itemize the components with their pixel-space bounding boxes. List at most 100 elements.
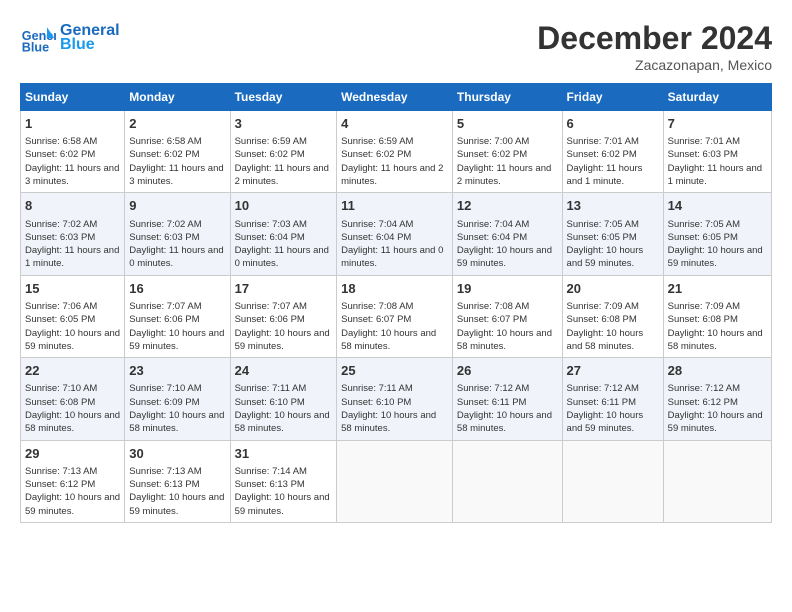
day-info: Sunset: 6:05 PM — [25, 313, 120, 326]
day-number: 15 — [25, 280, 120, 298]
day-info: Sunset: 6:03 PM — [129, 231, 225, 244]
day-info: Daylight: 10 hours and 58 minutes. — [25, 409, 120, 436]
day-info: Sunset: 6:08 PM — [668, 313, 767, 326]
day-info: Sunrise: 7:09 AM — [668, 300, 767, 313]
day-info: Daylight: 10 hours and 58 minutes. — [567, 327, 659, 354]
day-info: Daylight: 10 hours and 59 minutes. — [567, 244, 659, 271]
day-info: Sunrise: 6:59 AM — [235, 135, 333, 148]
day-info: Sunset: 6:02 PM — [25, 148, 120, 161]
day-info: Daylight: 10 hours and 59 minutes. — [457, 244, 558, 271]
svg-text:Blue: Blue — [22, 41, 49, 55]
day-info: Sunrise: 7:09 AM — [567, 300, 659, 313]
day-info: Sunrise: 7:10 AM — [129, 382, 225, 395]
day-info: Daylight: 11 hours and 3 minutes. — [25, 162, 120, 189]
calendar-cell: 15Sunrise: 7:06 AMSunset: 6:05 PMDayligh… — [21, 275, 125, 357]
day-number: 4 — [341, 115, 448, 133]
day-info: Daylight: 11 hours and 1 minute. — [668, 162, 767, 189]
day-info: Daylight: 10 hours and 58 minutes. — [129, 409, 225, 436]
day-number: 23 — [129, 362, 225, 380]
calendar-cell: 9Sunrise: 7:02 AMSunset: 6:03 PMDaylight… — [125, 193, 230, 275]
calendar-cell: 14Sunrise: 7:05 AMSunset: 6:05 PMDayligh… — [663, 193, 771, 275]
weekday-header-row: SundayMondayTuesdayWednesdayThursdayFrid… — [21, 84, 772, 111]
day-number: 20 — [567, 280, 659, 298]
calendar-cell: 7Sunrise: 7:01 AMSunset: 6:03 PMDaylight… — [663, 111, 771, 193]
day-info: Sunrise: 7:01 AM — [668, 135, 767, 148]
day-number: 26 — [457, 362, 558, 380]
day-number: 1 — [25, 115, 120, 133]
day-info: Daylight: 11 hours and 0 minutes. — [341, 244, 448, 271]
day-info: Sunset: 6:13 PM — [235, 478, 333, 491]
calendar-week-row: 15Sunrise: 7:06 AMSunset: 6:05 PMDayligh… — [21, 275, 772, 357]
day-info: Sunrise: 7:00 AM — [457, 135, 558, 148]
day-number: 2 — [129, 115, 225, 133]
calendar-cell: 18Sunrise: 7:08 AMSunset: 6:07 PMDayligh… — [337, 275, 453, 357]
logo-line2: Blue — [60, 36, 120, 54]
day-number: 24 — [235, 362, 333, 380]
calendar-cell: 29 Sunrise: 7:13 AMSunset: 6:12 PMDayligh… — [21, 440, 125, 522]
calendar-cell: 30Sunrise: 7:13 AMSunset: 6:13 PMDayligh… — [125, 440, 230, 522]
calendar-cell: 8Sunrise: 7:02 AMSunset: 6:03 PMDaylight… — [21, 193, 125, 275]
logo: General Blue General Blue — [20, 20, 120, 56]
day-info: Sunrise: 7:02 AM — [25, 218, 120, 231]
day-info: Sunset: 6:08 PM — [567, 313, 659, 326]
logo-icon: General Blue — [20, 20, 56, 56]
day-info: Sunset: 6:03 PM — [668, 148, 767, 161]
day-info: Sunset: 6:02 PM — [567, 148, 659, 161]
day-info: Sunset: 6:02 PM — [235, 148, 333, 161]
day-info: Sunrise: 7:05 AM — [668, 218, 767, 231]
day-info: Daylight: 10 hours and 58 minutes. — [668, 327, 767, 354]
day-info: Sunset: 6:02 PM — [457, 148, 558, 161]
day-number: 3 — [235, 115, 333, 133]
calendar-cell: 20 Sunrise: 7:09 AMSunset: 6:08 PMDayligh… — [562, 275, 663, 357]
day-info: Sunrise: 7:11 AM — [235, 382, 333, 395]
subtitle: Zacazonapan, Mexico — [537, 57, 772, 73]
day-info: Sunset: 6:11 PM — [457, 396, 558, 409]
day-info: Sunrise: 7:12 AM — [457, 382, 558, 395]
day-info: Sunset: 6:03 PM — [25, 231, 120, 244]
day-info: Daylight: 10 hours and 59 minutes. — [25, 491, 120, 518]
day-info: Daylight: 10 hours and 59 minutes. — [235, 491, 333, 518]
day-info: Daylight: 11 hours and 2 minutes. — [341, 162, 448, 189]
day-info: Sunrise: 7:07 AM — [235, 300, 333, 313]
calendar-cell: 26Sunrise: 7:12 AMSunset: 6:11 PMDayligh… — [452, 358, 562, 440]
day-number: 18 — [341, 280, 448, 298]
logo-text: General Blue — [60, 22, 120, 53]
day-number: 30 — [129, 445, 225, 463]
day-info: Sunset: 6:04 PM — [457, 231, 558, 244]
day-number: 13 — [567, 197, 659, 215]
calendar-cell: 11Sunrise: 7:04 AMSunset: 6:04 PMDayligh… — [337, 193, 453, 275]
day-info: Sunset: 6:05 PM — [567, 231, 659, 244]
day-info: Daylight: 10 hours and 59 minutes. — [567, 409, 659, 436]
day-info: Sunrise: 7:13 AM — [25, 465, 120, 478]
day-number: 29 — [25, 445, 120, 463]
day-info: Daylight: 11 hours and 1 minute. — [567, 162, 659, 189]
day-number: 17 — [235, 280, 333, 298]
weekday-header-sunday: Sunday — [21, 84, 125, 111]
day-info: Sunrise: 6:58 AM — [129, 135, 225, 148]
calendar-cell: 22Sunrise: 7:10 AMSunset: 6:08 PMDayligh… — [21, 358, 125, 440]
day-info: Sunset: 6:02 PM — [129, 148, 225, 161]
day-number: 31 — [235, 445, 333, 463]
calendar-cell: 19Sunrise: 7:08 AMSunset: 6:07 PMDayligh… — [452, 275, 562, 357]
day-info: Daylight: 10 hours and 59 minutes. — [25, 327, 120, 354]
day-info: Sunset: 6:13 PM — [129, 478, 225, 491]
calendar-cell: 5Sunrise: 7:00 AMSunset: 6:02 PMDaylight… — [452, 111, 562, 193]
calendar-week-row: 29Sunrise: 7:13 AMSunset: 6:12 PMDayligh… — [21, 440, 772, 522]
calendar-cell: 31Sunrise: 7:14 AMSunset: 6:13 PMDayligh… — [230, 440, 337, 522]
calendar-cell — [337, 440, 453, 522]
weekday-header-wednesday: Wednesday — [337, 84, 453, 111]
day-info: Sunrise: 7:11 AM — [341, 382, 448, 395]
day-info: Sunset: 6:10 PM — [235, 396, 333, 409]
day-info: Sunset: 6:05 PM — [668, 231, 767, 244]
day-number: 11 — [341, 197, 448, 215]
day-info: Sunset: 6:07 PM — [457, 313, 558, 326]
weekday-header-tuesday: Tuesday — [230, 84, 337, 111]
calendar-week-row: 1Sunrise: 6:58 AMSunset: 6:02 PMDaylight… — [21, 111, 772, 193]
day-info: Sunrise: 7:08 AM — [457, 300, 558, 313]
day-info: Sunset: 6:12 PM — [25, 478, 120, 491]
day-number: 19 — [457, 280, 558, 298]
calendar-cell: 24Sunrise: 7:11 AMSunset: 6:10 PMDayligh… — [230, 358, 337, 440]
calendar-cell: 4Sunrise: 6:59 AMSunset: 6:02 PMDaylight… — [337, 111, 453, 193]
day-info: Daylight: 11 hours and 0 minutes. — [129, 244, 225, 271]
day-info: Sunrise: 7:10 AM — [25, 382, 120, 395]
